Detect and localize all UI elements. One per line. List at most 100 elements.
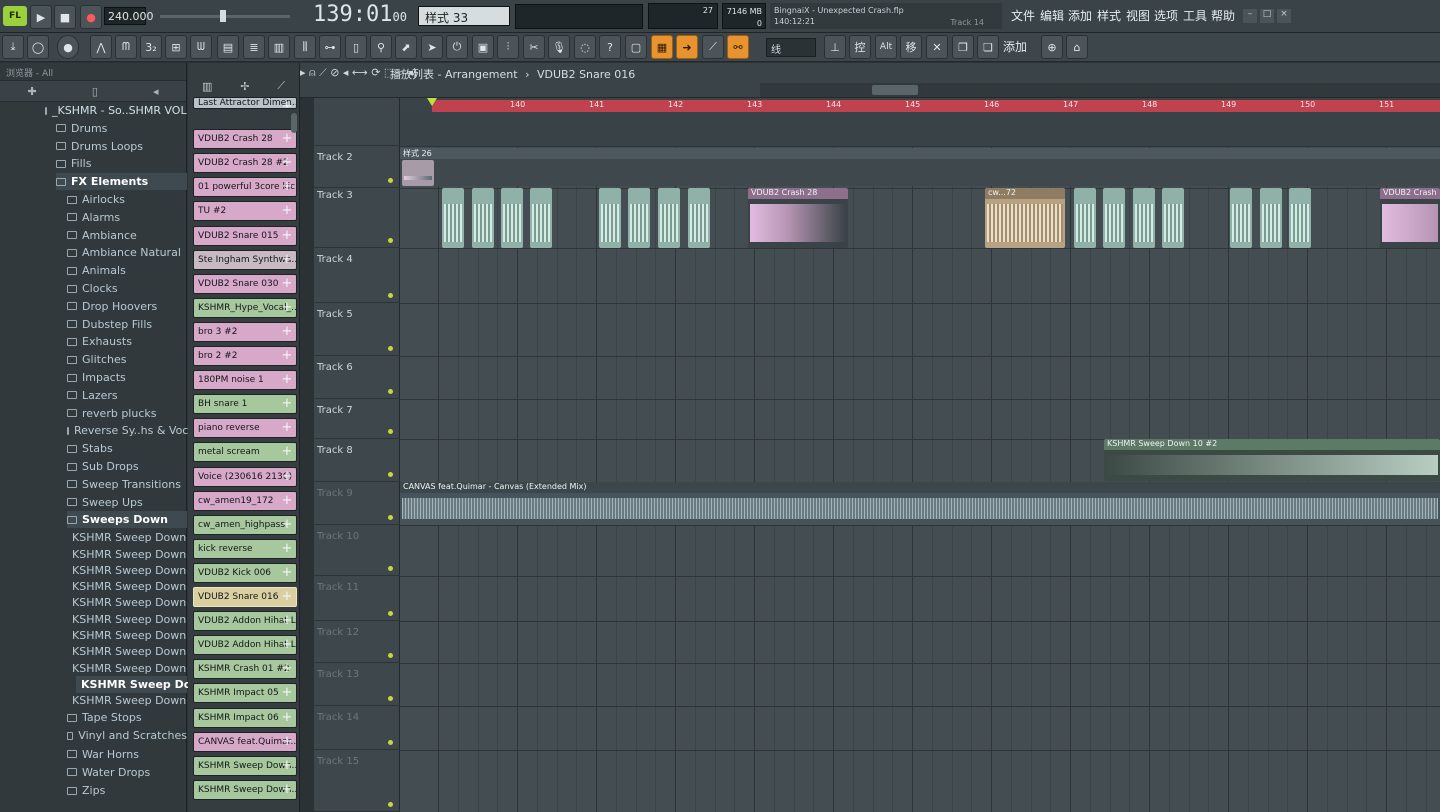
sweep-clip[interactable]: KSHMR Sweep Down 10 #2 <box>1104 439 1440 481</box>
track-header[interactable]: Track 15 <box>314 750 400 812</box>
play-button[interactable]: ▶ <box>30 5 52 29</box>
tree-folder[interactable]: Water Drops <box>67 764 187 781</box>
channel-scrollbar[interactable] <box>291 113 297 133</box>
paste-icon[interactable]: ❏ <box>977 35 999 59</box>
channel-add-icon[interactable]: + <box>281 396 293 412</box>
tree-folder[interactable]: FX Elements <box>56 173 187 191</box>
track-header[interactable]: Track 5 <box>314 303 400 356</box>
menu-view[interactable]: 视图 <box>1126 7 1150 24</box>
channel-button[interactable]: piano reverse + <box>193 418 297 439</box>
playhead-marker[interactable] <box>427 98 437 106</box>
channel-edit-icon[interactable]: ⟋ <box>277 79 285 93</box>
channel-button[interactable]: VDUB2 Snare 030 + <box>193 273 297 294</box>
audio-clip[interactable] <box>1230 188 1252 248</box>
channel-add-icon[interactable]: + <box>281 493 293 509</box>
audio-clip[interactable] <box>530 188 552 248</box>
tree-folder[interactable]: Airlocks <box>67 191 187 208</box>
tree-file[interactable]: KSHMR Sweep Down 06 <box>67 611 204 628</box>
add-button[interactable]: 添加 <box>1003 38 1027 55</box>
browser-add-icon[interactable]: ✚ <box>28 85 37 98</box>
mixer-slider-icon[interactable]: ⫶ <box>497 35 519 59</box>
tree-folder[interactable]: Animals <box>67 262 187 279</box>
tree-folder[interactable]: Tape Stops <box>67 709 187 726</box>
tree-folder[interactable]: Drums <box>56 120 187 137</box>
audio-clip[interactable] <box>1133 188 1155 248</box>
channel-button[interactable]: kick reverse + <box>193 538 297 559</box>
channel-add-icon[interactable]: + <box>281 203 293 219</box>
tree-folder[interactable]: Sub Drops <box>67 458 187 475</box>
metronome-icon[interactable]: ◯ <box>27 35 49 59</box>
fl-logo[interactable]: FL <box>3 6 27 26</box>
link-icon[interactable]: ⚯ <box>727 35 749 59</box>
channel-add-icon[interactable]: + <box>281 541 293 557</box>
record-button[interactable]: ● <box>80 5 102 29</box>
tool-5-icon[interactable]: ᗯ <box>190 35 212 59</box>
tree-folder[interactable]: Sweep Ups <box>67 494 187 511</box>
plugin-icon[interactable]: ⊶ <box>319 35 341 59</box>
crash-clip-2[interactable]: VDUB2 Crash <box>1380 188 1440 248</box>
channel-button[interactable]: KSHMR Crash 01 #2 + <box>193 659 297 680</box>
tuner-icon[interactable]: ⊕ <box>1041 35 1063 59</box>
cart-icon[interactable]: ⌂ <box>1066 35 1088 59</box>
tree-folder[interactable]: Dubstep Fills <box>67 316 187 333</box>
tree-folder[interactable]: Zips <box>67 782 187 799</box>
browser-icon[interactable]: ▯ <box>345 35 367 59</box>
track-header[interactable]: Track 4 <box>314 248 400 303</box>
pattern-selector[interactable]: 样式 33 <box>418 6 510 26</box>
song-position[interactable]: 139:0100 <box>313 2 407 27</box>
channel-add-icon[interactable]: + <box>281 637 293 653</box>
channel-add-icon[interactable]: + <box>281 155 293 171</box>
channel-button[interactable]: KSHMR Sweep Down... + <box>193 779 297 800</box>
stamp-icon[interactable]: ⊥ <box>824 35 846 59</box>
track-mute-led[interactable] <box>388 566 393 571</box>
channel-button[interactable]: VDUB2 Crash 28 #2 + <box>193 153 297 174</box>
snap-selector[interactable]: 线 <box>766 38 816 57</box>
mixer-icon[interactable]: ≣ <box>243 35 265 59</box>
chat-icon[interactable]: ◌ <box>574 35 596 59</box>
tree-file[interactable]: KSHMR Sweep Down 07 <box>67 627 204 644</box>
stop-button[interactable]: ■ <box>54 5 76 29</box>
save-icon[interactable]: ⤓ <box>2 35 24 59</box>
menu-file[interactable]: 文件 <box>1011 7 1035 24</box>
channel-button[interactable]: VDUB2 Kick 006 + <box>193 562 297 583</box>
playlist-grid[interactable]: 样式 26 VDUB2 Crash 28 cw...72 VDUB2 Crash KSH… <box>400 98 1440 812</box>
channel-button[interactable]: TU #2 + <box>193 201 297 222</box>
channel-button[interactable]: metal scream + <box>193 442 297 463</box>
channel-button[interactable]: KSHMR_Hype_Vocal_... + <box>193 297 297 318</box>
channel-button[interactable]: VDUB2 Crash 28 + <box>193 129 297 150</box>
channel-add-icon[interactable]: + <box>281 565 293 581</box>
piano-roll-icon[interactable]: ⫼ <box>294 35 316 59</box>
channel-button[interactable]: BH snare 1 + <box>193 394 297 415</box>
channel-piano-icon[interactable]: ▥ <box>202 80 212 93</box>
tree-folder[interactable]: War Horns <box>67 746 187 763</box>
tree-file[interactable]: KSHMR Sweep Down 02 <box>67 546 204 563</box>
track-header[interactable]: Track 11 <box>314 576 400 621</box>
channel-add-icon[interactable]: + <box>281 469 293 485</box>
breadcrumb-playlist[interactable]: 播放列表 - Arrangement <box>390 68 518 81</box>
track-header[interactable]: Track 2 <box>314 146 400 188</box>
tree-folder[interactable]: Ambiance Natural <box>67 244 187 261</box>
audio-clip[interactable] <box>1289 188 1311 248</box>
menu-tools[interactable]: 工具 <box>1183 7 1207 24</box>
track-mute-led[interactable] <box>388 515 393 520</box>
tree-file[interactable]: KSHMR Sweep Down 09 <box>67 660 204 677</box>
tool-2-icon[interactable]: ᗰ <box>115 35 137 59</box>
track-header[interactable]: Track 7 <box>314 399 400 439</box>
track-header[interactable]: Track 6 <box>314 356 400 399</box>
browser-file-icon[interactable]: ▯ <box>92 85 98 98</box>
audio-clip[interactable] <box>501 188 523 248</box>
menu-edit[interactable]: 编辑 <box>1040 7 1064 24</box>
playlist-hscroll[interactable] <box>760 83 1440 97</box>
channel-graph-icon[interactable]: ✢ <box>240 80 249 93</box>
channel-button[interactable]: KSHMR Impact 05 + <box>193 683 297 704</box>
audio-clip[interactable] <box>658 188 680 248</box>
channel-add-icon[interactable]: + <box>281 131 293 147</box>
wait-input-icon[interactable]: ● <box>57 35 79 59</box>
canvas-clip[interactable]: CANVAS feat.Quimar - Canvas (Extended Mi… <box>400 482 1440 525</box>
track-mute-led[interactable] <box>388 611 393 616</box>
channel-button[interactable]: VDUB2 Snare 015 + <box>193 225 297 246</box>
copy-icon[interactable]: ❐ <box>952 35 974 59</box>
alt-icon[interactable]: Alt <box>875 35 897 59</box>
channel-add-icon[interactable]: + <box>281 420 293 436</box>
track-header[interactable]: Track 14 <box>314 706 400 750</box>
